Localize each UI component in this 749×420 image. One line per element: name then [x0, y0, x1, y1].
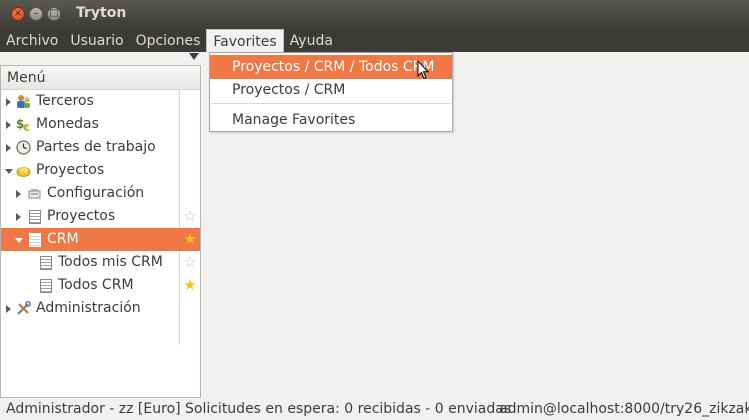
document-icon	[27, 232, 42, 247]
tree-row-monedas[interactable]: $ € Monedas	[1, 113, 200, 136]
close-icon: ×	[13, 8, 23, 19]
favorite-star-filled-icon[interactable]: ★	[182, 231, 198, 247]
expand-arrow-icon[interactable]	[6, 144, 11, 152]
users-icon	[16, 94, 31, 109]
menu-ayuda[interactable]: Ayuda	[284, 29, 339, 52]
menu-separator	[211, 103, 451, 104]
panel-splitter[interactable]: ⋮	[202, 220, 208, 228]
manage-favorites-item[interactable]: Manage Favorites	[210, 108, 452, 132]
tree-row-label: Terceros	[36, 93, 94, 109]
minimize-icon: –	[33, 8, 39, 19]
tree-row-configuracion[interactable]: Configuración	[1, 182, 200, 205]
tree-row-label: Monedas	[36, 116, 99, 132]
collapse-arrow-icon[interactable]	[5, 169, 13, 174]
tree-row-label: Todos mis CRM	[58, 254, 163, 270]
favorite-star-filled-icon[interactable]: ★	[182, 277, 198, 293]
expand-arrow-icon[interactable]	[16, 213, 21, 221]
tree-row-proyectos-child[interactable]: Proyectos ☆	[1, 205, 200, 228]
maximize-icon: □	[49, 8, 59, 19]
close-window-button[interactable]: ×	[11, 7, 25, 21]
tree-row-todos-crm[interactable]: Todos CRM ★	[1, 274, 200, 297]
document-icon	[27, 209, 42, 224]
tree-row-label: Partes de trabajo	[36, 139, 156, 155]
collapse-arrow-icon[interactable]	[15, 238, 23, 243]
favorite-star-empty-icon[interactable]: ☆	[182, 208, 198, 224]
favorite-item-todos-crm[interactable]: Proyectos / CRM / Todos CRM	[210, 55, 452, 79]
expand-arrow-icon[interactable]	[6, 305, 11, 313]
expand-arrow-icon[interactable]	[6, 121, 11, 129]
tree-row-partes-de-trabajo[interactable]: Partes de trabajo	[1, 136, 200, 159]
clock-icon	[16, 140, 31, 155]
document-icon	[38, 278, 53, 293]
mouse-cursor-icon	[417, 60, 429, 80]
status-bar: Administrador - zz [Euro] Solicitudes en…	[0, 398, 749, 420]
menu-usuario[interactable]: Usuario	[64, 29, 129, 52]
favorite-star-empty-icon[interactable]: ☆	[182, 254, 198, 270]
folder-icon	[16, 163, 31, 178]
tree-header[interactable]: Menú	[1, 66, 200, 90]
tree-row-crm[interactable]: CRM ★	[1, 228, 200, 251]
svg-text:€: €	[22, 123, 30, 132]
tree-row-label: Proyectos	[36, 162, 105, 178]
tree-row-label: Administración	[36, 300, 141, 316]
tree-header-label: Menú	[7, 70, 46, 86]
status-user: Administrador - zz [Euro]	[6, 401, 181, 417]
currency-icon: $ €	[16, 117, 31, 132]
panel-dropdown-arrow-icon[interactable]	[189, 53, 199, 60]
tree-row-label: CRM	[47, 231, 79, 247]
tree-row-proyectos[interactable]: Proyectos	[1, 159, 200, 182]
minimize-window-button[interactable]: –	[29, 7, 43, 21]
status-connection: admin@localhost:8000/try26_zikzak	[499, 401, 749, 417]
menu-panel: Menú Terceros $ € Monedas Partes de trab…	[0, 52, 201, 398]
menu-opciones[interactable]: Opciones	[130, 29, 207, 52]
expand-arrow-icon[interactable]	[16, 190, 21, 198]
tree-row-terceros[interactable]: Terceros	[1, 90, 200, 113]
config-icon	[27, 186, 42, 201]
document-icon	[38, 255, 53, 270]
window-title: Tryton	[76, 5, 127, 21]
tree-row-todos-mis-crm[interactable]: Todos mis CRM ☆	[1, 251, 200, 274]
favorite-item-crm[interactable]: Proyectos / CRM	[210, 78, 452, 102]
tree-row-label: Todos CRM	[58, 277, 134, 293]
title-bar: × – □ Tryton	[0, 0, 749, 29]
tree-row-label: Configuración	[47, 185, 145, 201]
tree-row-label: Proyectos	[47, 208, 116, 224]
tools-icon	[16, 301, 31, 316]
tree-row-administracion[interactable]: Administración	[1, 297, 200, 320]
menu-archivo[interactable]: Archivo	[0, 29, 64, 52]
menu-bar: Archivo Usuario Opciones Favorites Ayuda	[0, 29, 749, 52]
expand-arrow-icon[interactable]	[6, 98, 11, 106]
menu-favorites[interactable]: Favorites	[206, 29, 284, 52]
maximize-window-button[interactable]: □	[47, 7, 61, 21]
menu-tree[interactable]: Menú Terceros $ € Monedas Partes de trab…	[0, 65, 201, 398]
status-requests: Solicitudes en espera: 0 recibidas - 0 e…	[185, 401, 512, 417]
